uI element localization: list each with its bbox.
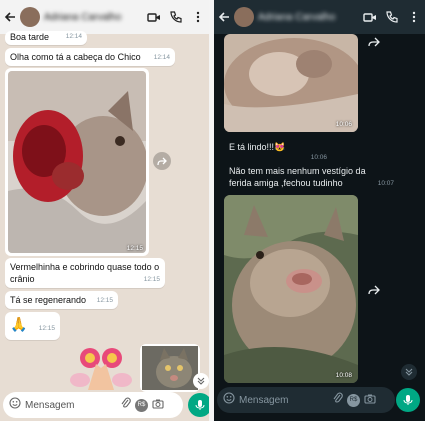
forward-icon <box>368 285 380 295</box>
message-text: E tá lindo!!!😻 <box>229 142 286 152</box>
avatar[interactable] <box>234 7 254 27</box>
attach-icon[interactable] <box>121 396 131 414</box>
message-text: Tá se regenerando <box>10 295 87 305</box>
message-text: Olha como tá a cabeça do Chico <box>10 52 141 62</box>
message-time: 12:14 <box>153 54 170 61</box>
double-chevron-down-icon <box>197 377 205 385</box>
payment-icon[interactable]: R$ <box>347 393 360 407</box>
chat-header: Adriana Carvalho <box>0 0 209 34</box>
microphone-icon <box>195 400 205 410</box>
camera-icon[interactable] <box>364 391 376 409</box>
double-chevron-down-icon <box>405 368 413 376</box>
mic-button[interactable] <box>396 388 420 412</box>
message-bubble[interactable]: Boa tarde 12:14 <box>5 31 87 45</box>
cat-healed-photo-top <box>224 34 358 132</box>
scroll-down-button[interactable] <box>193 373 209 389</box>
forward-icon <box>368 37 380 47</box>
light-chat-panel: Adriana Carvalho Boa tarde 12:14 Olha co… <box>0 0 209 421</box>
back-arrow-icon[interactable] <box>218 11 232 23</box>
message-bubble[interactable]: Vermelhinha e cobrindo quase todo o crân… <box>5 258 165 288</box>
message-text: Vermelhinha e cobrindo quase todo o crân… <box>10 262 160 284</box>
message-text: 🙏 <box>10 316 28 332</box>
forward-button[interactable] <box>365 33 383 51</box>
cat-healed-photo-bottom <box>224 195 358 383</box>
avatar[interactable] <box>20 7 40 27</box>
sticker-image[interactable] <box>68 344 134 390</box>
message-bubble[interactable]: Olha como tá a cabeça do Chico 12:14 <box>5 48 175 66</box>
message-bubble[interactable]: 🙏 12:15 <box>5 312 60 340</box>
cat-wound-photo <box>8 71 146 253</box>
message-time: 12:15 <box>143 276 160 283</box>
contact-name[interactable]: Adriana Carvalho <box>258 12 359 23</box>
photo-message[interactable] <box>140 344 200 392</box>
cat-photo-thumbnail <box>142 346 198 390</box>
photo-message[interactable]: 12:15 <box>5 68 149 256</box>
more-options-icon[interactable] <box>187 11 209 23</box>
more-options-icon[interactable] <box>403 11 425 23</box>
forward-button[interactable] <box>153 152 171 170</box>
video-call-icon[interactable] <box>359 12 381 23</box>
forward-button[interactable] <box>365 281 383 299</box>
message-bubble[interactable]: Tá se regenerando 12:15 <box>5 291 118 309</box>
dark-chat-panel: Adriana Carvalho 10:06 E tá lindo!!!😻 10… <box>214 0 425 421</box>
emoji-icon[interactable] <box>9 396 21 414</box>
back-arrow-icon[interactable] <box>4 11 18 23</box>
payment-icon[interactable]: R$ <box>135 398 148 412</box>
photo-message[interactable]: 10:08 <box>224 195 358 383</box>
message-input[interactable] <box>25 399 115 411</box>
message-bubble[interactable]: E tá lindo!!!😻 10:06 <box>224 138 329 161</box>
photo-time: 12:15 <box>126 245 143 252</box>
photo-time: 10:06 <box>335 121 352 128</box>
message-text: Não tem mais nenhum vestígio da ferida a… <box>229 166 366 188</box>
message-input-bar: R$ <box>217 387 395 413</box>
microphone-icon <box>403 395 413 405</box>
photo-time: 10:08 <box>335 372 352 379</box>
message-time: 12:15 <box>38 325 55 332</box>
message-time: 10:07 <box>377 180 394 187</box>
message-bubble[interactable]: Não tem mais nenhum vestígio da ferida a… <box>224 162 394 192</box>
forward-icon <box>157 157 167 166</box>
message-input[interactable] <box>239 394 329 406</box>
phone-call-icon[interactable] <box>381 11 403 23</box>
message-input-bar: R$ <box>3 392 183 418</box>
attach-icon[interactable] <box>333 391 343 409</box>
chat-header: Adriana Carvalho <box>214 0 425 34</box>
phone-call-icon[interactable] <box>165 11 187 23</box>
emoji-icon[interactable] <box>223 391 235 409</box>
message-time: 12:14 <box>65 33 82 40</box>
camera-icon[interactable] <box>152 396 164 414</box>
contact-name[interactable]: Adriana Carvalho <box>44 12 143 23</box>
message-text: Boa tarde <box>10 32 50 42</box>
video-call-icon[interactable] <box>143 12 165 23</box>
photo-message[interactable]: 10:06 <box>224 34 358 132</box>
mic-button[interactable] <box>188 393 209 417</box>
message-time: 12:15 <box>96 297 113 304</box>
scroll-down-button[interactable] <box>401 364 417 380</box>
